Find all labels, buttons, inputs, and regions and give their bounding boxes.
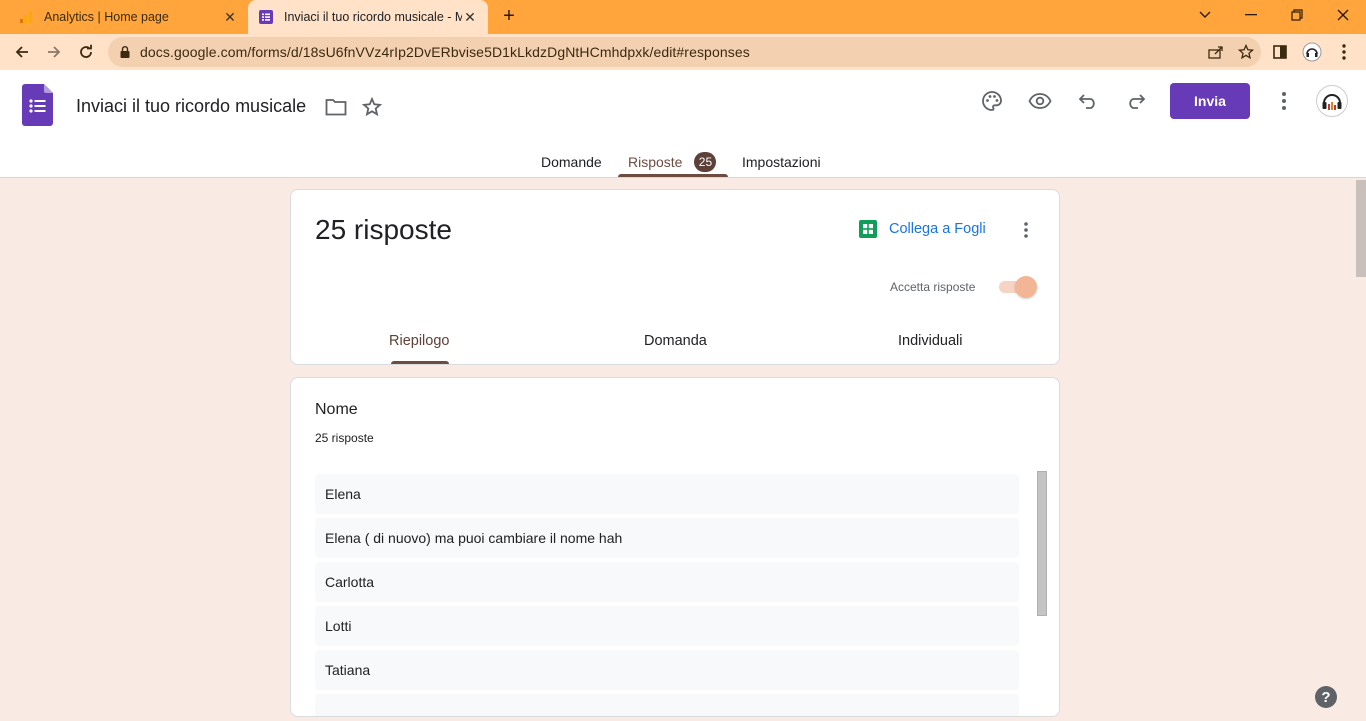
tab-questions[interactable]: Domande — [541, 148, 602, 176]
forward-arrow-icon[interactable] — [42, 40, 66, 64]
url-text: docs.google.com/forms/d/18sU6fnVVz4rIp2D… — [140, 44, 750, 60]
help-icon[interactable]: ? — [1315, 686, 1337, 708]
undo-icon[interactable] — [1070, 83, 1106, 119]
folder-icon[interactable] — [318, 89, 354, 125]
tab-close-icon[interactable]: ✕ — [462, 9, 478, 26]
browser-menu-icon[interactable] — [1332, 40, 1356, 64]
tab-settings[interactable]: Impostazioni — [742, 148, 821, 176]
page-scrollbar[interactable] — [1356, 180, 1366, 277]
list-item: Elena — [315, 474, 1019, 514]
tab-responses[interactable]: Risposte 25 — [628, 148, 717, 176]
accept-responses-label: Accetta risposte — [890, 280, 976, 294]
analytics-icon — [18, 9, 34, 25]
tab-close-icon[interactable]: ✕ — [222, 9, 238, 26]
toggle-thumb — [1015, 276, 1037, 298]
question-response-count: 25 risposte — [315, 431, 374, 445]
subtab-question[interactable]: Domanda — [644, 333, 707, 349]
list-item: Carlotta — [315, 562, 1019, 602]
forms-header: Inviaci il tuo ricordo musicale Invia Do… — [0, 70, 1366, 178]
new-tab-button[interactable]: + — [498, 6, 520, 28]
address-bar: docs.google.com/forms/d/18sU6fnVVz4rIp2D… — [0, 34, 1366, 70]
google-forms-logo[interactable] — [22, 84, 54, 126]
tab-search-icon[interactable] — [1182, 0, 1228, 30]
responses-count-heading: 25 risposte — [315, 214, 452, 245]
close-window-icon[interactable] — [1320, 0, 1366, 30]
responses-more-icon[interactable] — [1015, 218, 1037, 242]
tab-title: Inviaci il tuo ricordo musicale - Moduli… — [284, 10, 462, 24]
answer-list-scrollbar[interactable] — [1037, 471, 1047, 616]
star-icon[interactable] — [354, 89, 390, 125]
google-forms-icon — [258, 9, 274, 25]
tab-title: Analytics | Home page — [44, 10, 169, 24]
responses-summary-card: 25 risposte Collega a Fogli Accetta risp… — [290, 189, 1060, 365]
active-tab-indicator — [618, 174, 728, 177]
subtab-individual[interactable]: Individuali — [898, 333, 963, 349]
question-summary-card: Nome 25 risposte Elena Elena ( di nuovo)… — [290, 377, 1060, 717]
responses-count-badge: 25 — [694, 152, 717, 172]
list-item: Elena ( di nuovo) ma puoi cambiare il no… — [315, 518, 1019, 558]
lock-icon — [120, 46, 130, 58]
browser-tab-analytics[interactable]: Analytics | Home page ✕ — [8, 0, 248, 34]
browser-tab-bar: Analytics | Home page ✕ Inviaci il tuo r… — [0, 0, 1366, 34]
url-field[interactable]: docs.google.com/forms/d/18sU6fnVVz4rIp2D… — [108, 37, 1261, 67]
list-item: Tatiana — [315, 650, 1019, 690]
link-to-sheets-button[interactable]: Collega a Fogli — [859, 220, 986, 238]
list-item — [315, 694, 1019, 716]
tab-responses-label: Risposte — [628, 154, 683, 170]
link-to-sheets-label: Collega a Fogli — [889, 221, 986, 237]
redo-icon[interactable] — [1118, 83, 1154, 119]
bookmark-star-icon[interactable] — [1231, 44, 1261, 60]
side-panel-icon[interactable] — [1268, 40, 1292, 64]
profile-avatar-icon[interactable] — [1300, 40, 1324, 64]
accept-responses-toggle[interactable] — [997, 276, 1037, 298]
restore-icon[interactable] — [1274, 0, 1320, 30]
list-item: Lotti — [315, 606, 1019, 646]
account-avatar[interactable] — [1316, 85, 1348, 117]
back-arrow-icon[interactable] — [10, 40, 34, 64]
subtab-summary[interactable]: Riepilogo — [389, 333, 449, 349]
reload-icon[interactable] — [74, 40, 98, 64]
form-title[interactable]: Inviaci il tuo ricordo musicale — [76, 96, 306, 117]
active-subtab-indicator — [391, 361, 449, 364]
palette-icon[interactable] — [974, 83, 1010, 119]
answer-list: Elena Elena ( di nuovo) ma puoi cambiare… — [315, 474, 1019, 716]
more-options-icon[interactable] — [1266, 83, 1302, 119]
share-icon[interactable] — [1201, 45, 1231, 59]
browser-tab-forms[interactable]: Inviaci il tuo ricordo musicale - Moduli… — [248, 0, 488, 34]
minimize-icon[interactable] — [1228, 0, 1274, 30]
question-title: Nome — [315, 401, 358, 418]
preview-eye-icon[interactable] — [1022, 83, 1058, 119]
send-button[interactable]: Invia — [1170, 83, 1250, 119]
google-sheets-icon — [859, 220, 877, 238]
